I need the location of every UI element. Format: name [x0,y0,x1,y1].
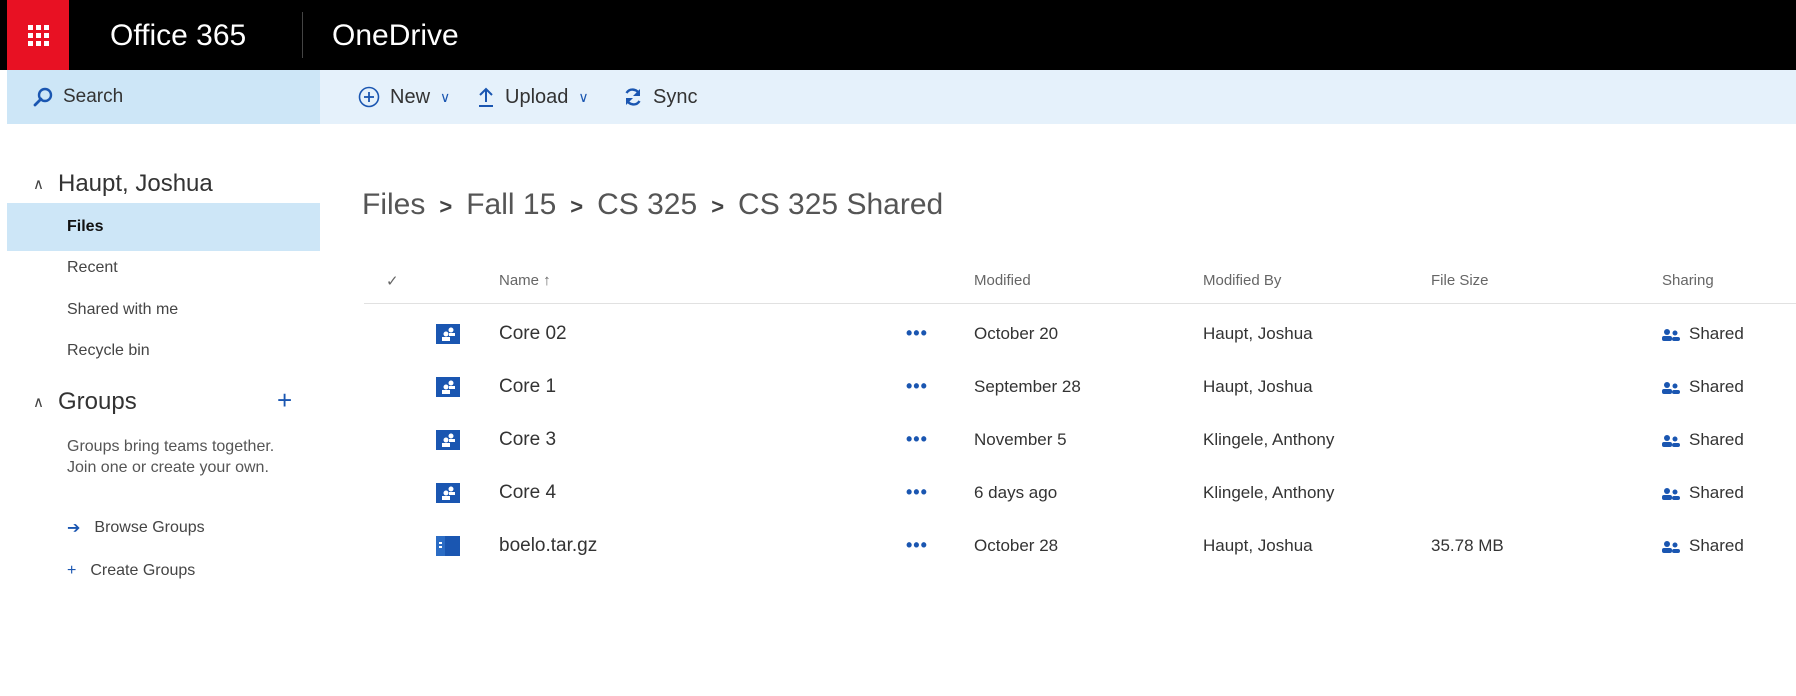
groups-section-header[interactable]: ∧ Groups [33,388,137,416]
people-icon [1662,328,1680,341]
plus-circle-icon [358,86,380,108]
sync-icon [623,87,643,107]
nav-item-recent[interactable]: Recent [7,244,320,292]
more-options-icon[interactable]: ••• [906,413,928,466]
chevron-up-icon: ∧ [33,394,44,411]
people-icon [1662,487,1680,500]
column-header-file-size[interactable]: File Size [1431,272,1489,289]
modified-date: October 20 [974,324,1059,343]
add-group-icon[interactable]: + [277,385,292,416]
column-header-modified[interactable]: Modified [974,272,1031,289]
sharing-status[interactable]: Shared [1661,307,1744,360]
chevron-down-icon: ∨ [440,88,451,105]
shared-folder-icon [436,377,460,397]
browse-groups-link[interactable]: ➔ Browse Groups [67,518,205,538]
table-row[interactable]: boelo.tar.gz ••• October 28 Haupt, Joshu… [364,519,1796,572]
chevron-up-icon: ∧ [33,176,44,193]
more-options-icon[interactable]: ••• [906,519,928,572]
onedrive-link[interactable]: OneDrive [332,0,459,70]
file-size: 35.78 MB [1431,536,1504,555]
file-name[interactable]: Core 1 [499,360,556,413]
shared-folder-icon [436,324,460,344]
upload-label: Upload [505,85,569,108]
sharing-label: Shared [1689,483,1744,502]
archive-file-icon [436,536,460,556]
chevron-down-icon: ∨ [578,88,589,105]
waffle-icon [27,24,49,46]
file-name[interactable]: Core 02 [499,307,567,360]
file-name[interactable]: Core 4 [499,466,556,519]
arrow-right-icon: ➔ [67,520,81,537]
user-name: Haupt, Joshua [57,170,213,197]
file-name[interactable]: Core 3 [499,413,556,466]
column-header-sharing[interactable]: Sharing [1662,272,1714,289]
sharing-label: Shared [1689,430,1744,449]
modified-date: October 28 [974,536,1059,555]
more-options-icon[interactable]: ••• [906,360,928,413]
create-groups-link[interactable]: + Create Groups [67,562,195,580]
sharing-label: Shared [1689,377,1744,396]
more-options-icon[interactable]: ••• [906,307,928,360]
select-all-checkbox[interactable]: ✓ [386,272,399,290]
search-label: Search [63,86,124,107]
sharing-label: Shared [1689,324,1744,343]
column-header-name[interactable]: Name ↑ [499,272,551,289]
sync-label: Sync [653,85,698,108]
sharing-status[interactable]: Shared [1661,519,1744,572]
table-row[interactable]: Core 02 ••• October 20 Haupt, Joshua Sha… [364,307,1796,360]
table-row[interactable]: Core 1 ••• September 28 Haupt, Joshua Sh… [364,360,1796,413]
shared-folder-icon [436,483,460,503]
create-groups-label: Create Groups [90,562,196,579]
shared-folder-icon [436,430,460,450]
search-box[interactable]: Search [7,70,320,124]
suite-bar: Office 365 OneDrive [0,0,1796,70]
nav-item-recycle-bin[interactable]: Recycle bin [7,327,320,375]
modified-by: Haupt, Joshua [1203,536,1313,555]
breadcrumb-cs-325-shared: CS 325 Shared [738,188,944,221]
suite-divider [302,12,303,58]
header-divider [364,303,1796,304]
chevron-right-icon: > [711,194,725,219]
chevron-right-icon: > [439,194,453,219]
more-options-icon[interactable]: ••• [906,466,928,519]
sharing-status[interactable]: Shared [1661,413,1744,466]
table-row[interactable]: Core 4 ••• 6 days ago Klingele, Anthony … [364,466,1796,519]
upload-icon [477,86,495,108]
breadcrumb-fall-15[interactable]: Fall 15 [466,188,556,221]
modified-by: Haupt, Joshua [1203,377,1313,396]
plus-icon: + [67,562,77,579]
people-icon [1662,540,1680,553]
groups-description: Groups bring teams together. Join one or… [67,438,275,476]
sharing-status[interactable]: Shared [1661,360,1744,413]
modified-by: Klingele, Anthony [1203,483,1335,502]
modified-date: November 5 [974,430,1067,449]
column-header-modified-by[interactable]: Modified By [1203,272,1281,289]
breadcrumb: Files > Fall 15 > CS 325 > CS 325 Shared [362,188,943,222]
new-button[interactable]: New ∨ [358,70,450,124]
search-icon [33,87,53,107]
table-row[interactable]: Core 3 ••• November 5 Klingele, Anthony … [364,413,1796,466]
modified-by: Klingele, Anthony [1203,430,1335,449]
breadcrumb-files[interactable]: Files [362,188,425,221]
sharing-label: Shared [1689,536,1744,555]
sync-button[interactable]: Sync [623,70,697,124]
browse-groups-label: Browse Groups [94,519,205,536]
people-icon [1662,381,1680,394]
modified-date: 6 days ago [974,483,1058,502]
people-icon [1662,434,1680,447]
user-section-header[interactable]: ∧ Haupt, Joshua [33,170,213,198]
modified-date: September 28 [974,377,1081,396]
groups-title: Groups [57,388,137,415]
modified-by: Haupt, Joshua [1203,324,1313,343]
app-launcher-button[interactable] [7,0,69,70]
file-name[interactable]: boelo.tar.gz [499,519,597,572]
sharing-status[interactable]: Shared [1661,466,1744,519]
left-nav: Search ∧ Haupt, Joshua Files Recent Shar… [7,70,320,696]
upload-button[interactable]: Upload ∨ [477,70,589,124]
breadcrumb-cs-325[interactable]: CS 325 [597,188,697,221]
command-bar: New ∨ Upload ∨ Sync [320,70,1796,124]
office-365-link[interactable]: Office 365 [110,0,246,70]
chevron-right-icon: > [570,194,584,219]
new-label: New [390,85,431,108]
